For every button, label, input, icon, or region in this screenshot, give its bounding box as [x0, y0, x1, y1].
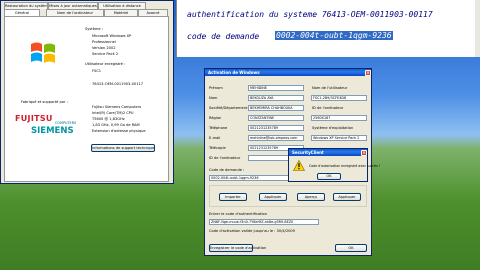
email-field[interactable]: mehidine@iob-ompeos.com — [248, 135, 304, 141]
register-activation-button[interactable]: Enregistrer le code d'activation — [209, 244, 266, 252]
manufacturer-line: Extension d'adresse physique — [92, 129, 146, 133]
label-prenom: Prénom — [209, 86, 223, 90]
dialog-close-icon[interactable]: × — [361, 149, 367, 156]
nom-field[interactable]: BEKOUZA AYA — [248, 95, 304, 101]
label-telecopie: Télécopie — [209, 146, 226, 150]
tab-utilisation-distance[interactable]: Utilisation à distance — [98, 2, 146, 9]
apercu-button[interactable]: Aperçu — [297, 193, 325, 201]
windows-logo-icon — [29, 39, 57, 67]
activation-titlebar: Activation de Windows — [205, 69, 371, 76]
manufacturer-line: 1,83 GHz, 0,99 Go de RAM — [92, 123, 140, 127]
dialog-message: Code d'autorisation enregistré avec succ… — [309, 164, 381, 168]
support-info-button[interactable]: Informations de support technique — [91, 144, 155, 152]
tab-nom-ordinateur[interactable]: Nom de l'ordinateur — [46, 9, 104, 16]
societe-field[interactable]: BEKHEMIRA CHAHBOUKA — [248, 105, 304, 111]
warning-icon — [292, 159, 306, 171]
notepad-scrollbar[interactable] — [475, 0, 480, 57]
tab-mises-a-jour[interactable]: Mises à jour automatiques — [48, 2, 98, 9]
validity-status: Code d'activation valide jusqu'au le : 3… — [209, 229, 295, 233]
label-id-ordinateur: ID de l'ordinateur — [209, 156, 241, 160]
registered-line: FSC1 — [92, 69, 102, 73]
label-region: Région — [209, 116, 222, 120]
label-os: Système d'exploitation — [312, 126, 354, 130]
tab-materiel[interactable]: Matériel — [104, 9, 138, 16]
notepad-line-2-label: code de demande — [187, 32, 260, 41]
importer-button[interactable]: Importer — [219, 193, 247, 201]
product-id: 76413-OEM-0011903-00117 — [92, 82, 144, 86]
label-nom: Nom — [209, 96, 218, 100]
notepad-line-2-value[interactable]: 0002-004t-oubt-1qgm-9236 — [275, 31, 393, 40]
appliquer-button[interactable]: Appliquer — [259, 193, 287, 201]
user-name-field[interactable]: FSC1-2B9/3CFE4D8 — [311, 95, 367, 101]
fujitsu-siemens-logo: FUJITSU COMPUTERS SIEMENS — [15, 114, 77, 136]
notepad-line-1: authentification du systeme 76413-OEM-00… — [187, 10, 433, 19]
system-line: Version 2002 — [92, 46, 116, 50]
security-client-dialog: SecurityClient × Code d'autorisation enr… — [288, 148, 380, 182]
telephone-field[interactable]: 0021231235789 — [248, 125, 304, 131]
label-societe: Société/Département — [209, 106, 248, 110]
code-demande-label: Code de demande : — [209, 168, 245, 172]
system-line: Service Pack 2 — [92, 52, 119, 56]
auth-code-field[interactable]: ZN6F-Nge-muue-f3n0-7Y8eHfZ-ah8e-g3R9-8EZ… — [209, 219, 319, 225]
system-heading: Système : — [85, 27, 103, 31]
activation-ok-button[interactable]: OK — [335, 244, 367, 252]
system-properties-window: Restauration du système Mises à jour aut… — [0, 0, 174, 184]
registered-heading: Utilisateur enregistré : — [85, 62, 126, 66]
label-nom-utilisateur: Nom de l'utilisateur — [312, 86, 348, 90]
tab-avance[interactable]: Avancé — [138, 9, 168, 16]
manufacturer-line: Intel(R) Core(TM)2 CPU — [92, 111, 134, 115]
appliquer-button-2[interactable]: Appliquer — [333, 193, 361, 201]
manufacturer-heading: Fabriqué et supporté par : — [21, 100, 68, 104]
close-icon[interactable]: × — [365, 69, 371, 76]
label-telephone: Téléphone — [209, 126, 228, 130]
auth-label: Entrer le code d'authentification — [209, 212, 268, 216]
region-field[interactable]: CONSTANTINE — [248, 115, 304, 121]
manufacturer-line: Fujitsu Siemens Computers — [92, 105, 142, 109]
prenom-field[interactable]: MEHIDINE — [248, 85, 304, 91]
dialog-ok-button[interactable]: OK — [317, 173, 341, 180]
os-field[interactable]: Windows XP Service Pack 2 — [311, 135, 367, 141]
tab-restauration[interactable]: Restauration du système — [4, 2, 48, 9]
label-email: E-mail — [209, 136, 221, 140]
label-computer-id: ID de l'ordinateur — [312, 106, 344, 110]
tab-general[interactable]: Général — [4, 9, 40, 16]
system-line: Professionnel — [92, 40, 116, 44]
notepad-window: authentification du systeme 76413-OEM-00… — [176, 0, 480, 57]
dialog-titlebar: SecurityClient — [289, 149, 367, 156]
computer-id-field[interactable]: 2580X167 — [311, 115, 367, 121]
system-line: Microsoft Windows XP — [92, 34, 132, 38]
manufacturer-line: T5600 @ 1,83GHz — [92, 117, 125, 121]
